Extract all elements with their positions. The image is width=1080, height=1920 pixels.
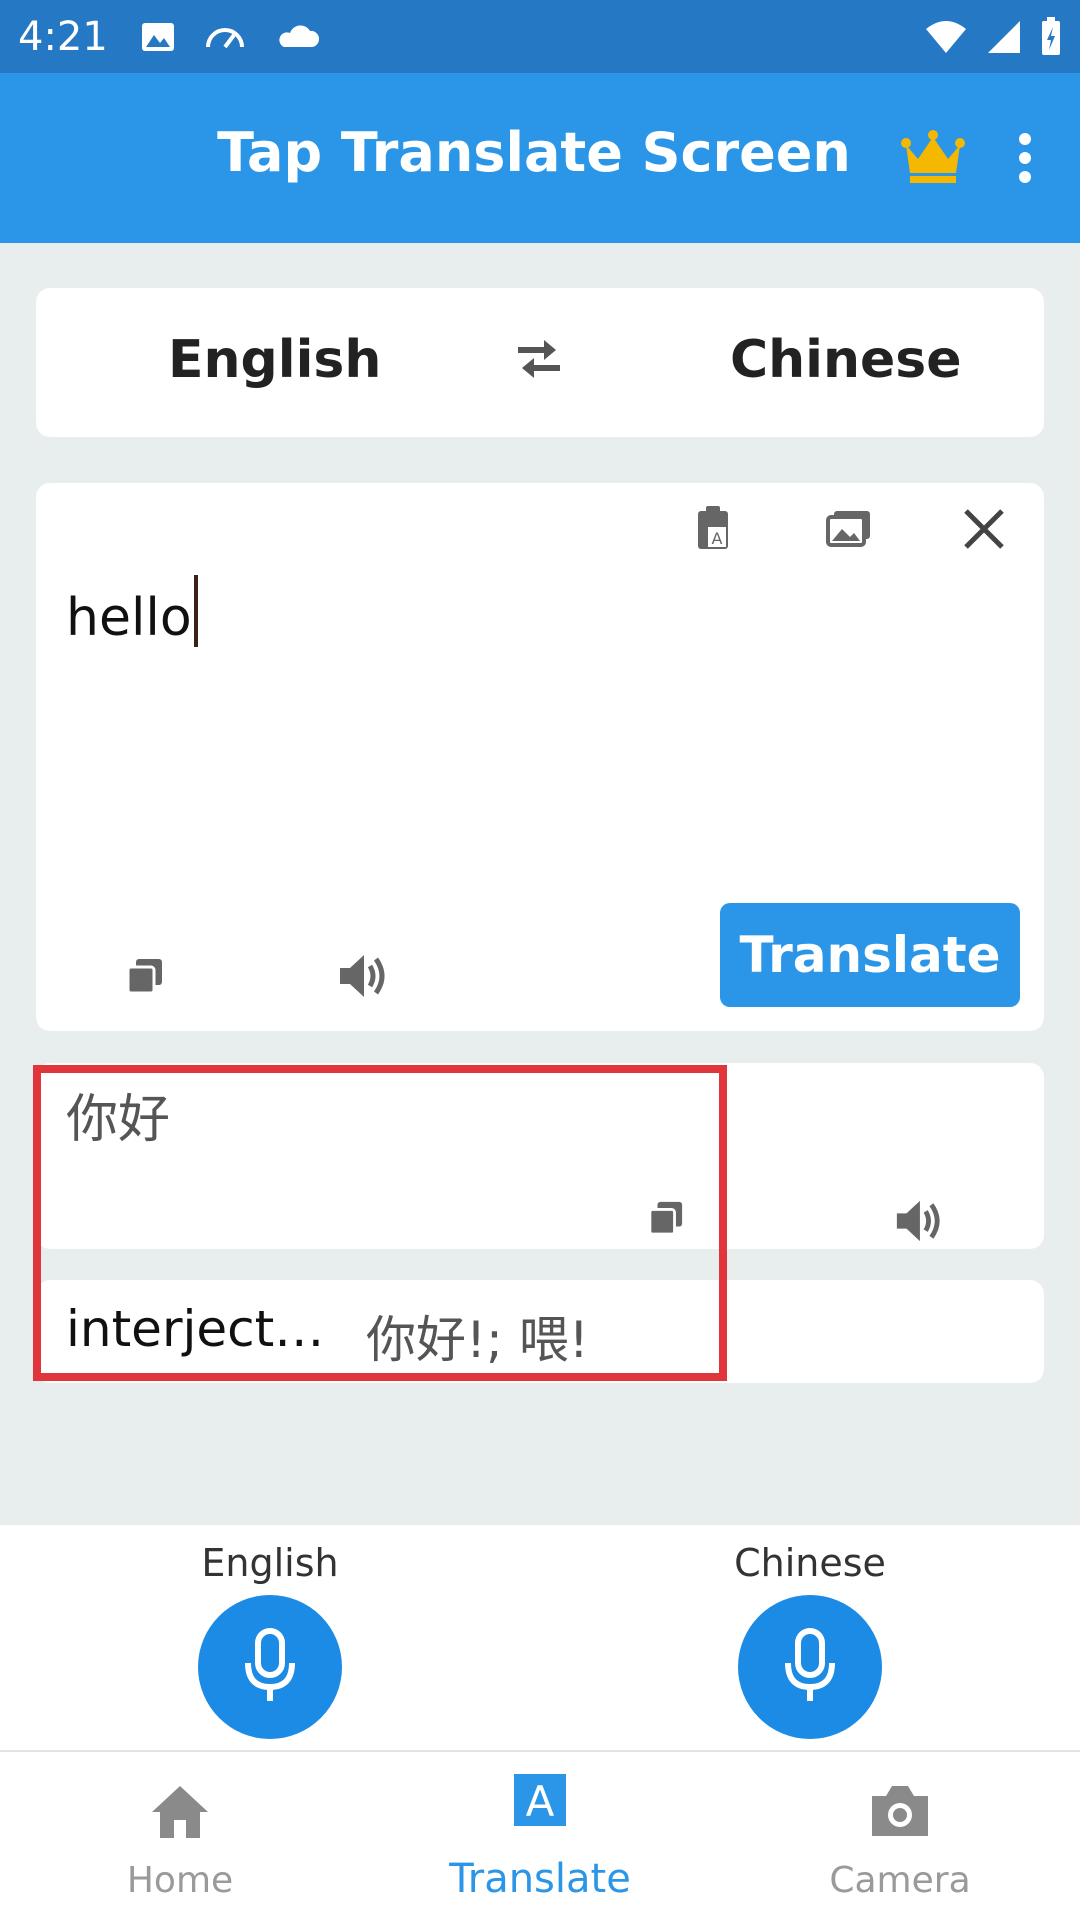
home-icon (152, 1786, 208, 1838)
camera-icon (872, 1786, 928, 1836)
nav-translate-label: Translate (449, 1856, 631, 1902)
nav-home-label: Home (126, 1860, 234, 1901)
nav-camera-label: Camera (829, 1860, 971, 1901)
voice-input-panel: English Chinese (0, 1525, 1080, 1750)
crown-icon[interactable] (900, 129, 966, 185)
svg-text:A: A (526, 1777, 555, 1826)
text-caret (193, 575, 198, 647)
status-bar: 4:21 (0, 0, 1080, 73)
image-icon (141, 22, 174, 51)
dictionary-entry: interject… 你好!; 喂! (36, 1280, 1044, 1383)
speaker-input-icon[interactable] (336, 951, 388, 1001)
battery-charging-icon (1042, 16, 1060, 55)
translation-result: 你好 (66, 1090, 171, 1150)
microphone-icon (245, 1628, 295, 1701)
nav-translate[interactable]: A Translate (360, 1752, 720, 1920)
input-textarea[interactable]: hello (66, 575, 198, 648)
part-of-speech: interject… (66, 1300, 325, 1358)
cloud-icon (279, 24, 319, 47)
translate-button[interactable]: Translate (720, 903, 1020, 1007)
language-selector: English Chinese (36, 288, 1044, 437)
voice-source-label: English (201, 1541, 339, 1585)
microphone-icon (785, 1628, 835, 1701)
mic-source-button[interactable] (198, 1595, 342, 1739)
app-bar: Tap Translate Screen (0, 73, 1080, 243)
input-text-value: hello (66, 588, 192, 648)
voice-target-label: Chinese (734, 1541, 886, 1585)
status-time: 4:21 (18, 13, 108, 60)
input-card: A hello Translate (36, 483, 1044, 1031)
target-language-button[interactable]: Chinese (730, 330, 962, 390)
mic-target-button[interactable] (738, 1595, 882, 1739)
translate-icon: A (514, 1774, 566, 1826)
svg-text:A: A (712, 529, 723, 548)
source-language-button[interactable]: English (168, 330, 381, 390)
signal-icon (988, 20, 1020, 53)
wifi-icon (926, 20, 966, 53)
nav-home[interactable]: Home (0, 1752, 360, 1920)
clear-input-icon[interactable] (962, 507, 1006, 551)
copy-result-icon[interactable] (648, 1200, 684, 1236)
swap-languages-icon[interactable] (514, 334, 564, 384)
image-gallery-icon[interactable] (826, 509, 872, 549)
copy-input-icon[interactable] (126, 957, 164, 995)
dictionary-definition: 你好!; 喂! (366, 1311, 589, 1369)
speaker-result-icon[interactable] (892, 1197, 944, 1245)
result-card: 你好 (36, 1063, 1044, 1249)
speedometer-icon (205, 27, 244, 48)
bottom-navigation: Home A Translate Camera (0, 1750, 1080, 1920)
paste-clipboard-icon[interactable]: A (696, 505, 730, 551)
more-vert-icon[interactable] (1010, 131, 1040, 185)
nav-camera[interactable]: Camera (720, 1752, 1080, 1920)
